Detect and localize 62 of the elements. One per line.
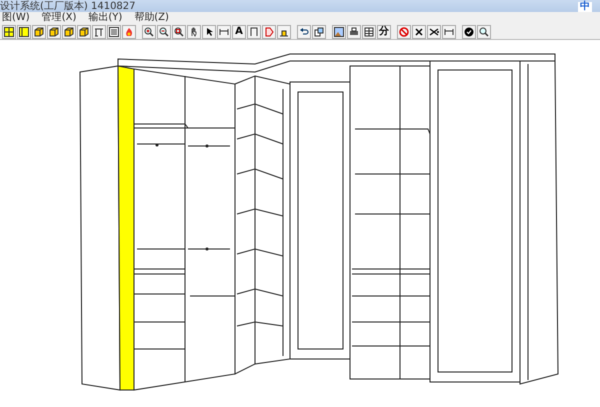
grid-tool-button[interactable] [2, 24, 16, 38]
cube-icon [79, 26, 89, 36]
pointer-tool-button[interactable] [202, 24, 216, 38]
zoom-fit-tool-button[interactable] [172, 24, 186, 38]
menu-item[interactable]: 管理(X) [42, 13, 76, 23]
chart-icon [109, 26, 119, 36]
pointer-icon [204, 26, 214, 36]
copy-icon [314, 26, 324, 36]
check-icon [464, 26, 474, 36]
search-tool-button[interactable] [477, 24, 491, 38]
check-tool-button[interactable] [462, 24, 476, 38]
prohibited-icon [399, 26, 409, 36]
zoom-out-tool-button[interactable] [157, 24, 171, 38]
print-tool-button[interactable] [347, 24, 361, 38]
door-icon [249, 26, 259, 36]
dimension-icon [219, 26, 229, 36]
close-tool-button[interactable] [412, 24, 426, 38]
table-icon [364, 26, 374, 36]
frame-tool-button[interactable] [92, 24, 106, 38]
undo-icon [299, 26, 309, 36]
menu-item[interactable]: 图(W) [2, 13, 30, 23]
chart-tool-button[interactable] [107, 24, 121, 38]
text-tool-button[interactable]: A [232, 24, 246, 38]
cube-icon [34, 26, 44, 36]
cube-tool-button[interactable] [62, 24, 76, 38]
print-icon [349, 26, 359, 36]
frame-icon [94, 26, 104, 36]
picture-icon [334, 26, 344, 36]
close-icon [414, 26, 424, 36]
ime-indicator[interactable]: 中 [578, 2, 592, 12]
cube-tool-button[interactable] [77, 24, 91, 38]
flame-icon [124, 26, 134, 36]
zoom-in-tool-button[interactable] [142, 24, 156, 38]
window-title: 设计系统(工厂版本) 1410827 [0, 2, 136, 12]
picture-tool-button[interactable] [332, 24, 346, 38]
menu-item[interactable]: 帮助(Z) [134, 13, 169, 23]
dimension-icon [444, 26, 454, 36]
prohibited-tool-button[interactable] [397, 24, 411, 38]
panel-tool-button[interactable] [17, 24, 31, 38]
scissors-tool-button[interactable] [427, 24, 441, 38]
table-tool-button[interactable] [362, 24, 376, 38]
door-tool-button[interactable] [247, 24, 261, 38]
text-tool-button[interactable]: 分 [377, 24, 391, 38]
dimension-tool-button[interactable] [442, 24, 456, 38]
zoom-out-icon [159, 26, 169, 36]
cube-tool-button[interactable] [47, 24, 61, 38]
scissors-icon [429, 26, 439, 36]
cube-icon [64, 26, 74, 36]
shape-icon [264, 26, 274, 36]
flame-tool-button[interactable] [122, 24, 136, 38]
panel-icon [19, 26, 29, 36]
grid-icon [4, 26, 14, 36]
shape-tool-button[interactable] [262, 24, 276, 38]
cube-tool-button[interactable] [32, 24, 46, 38]
dimension-tool-button[interactable] [217, 24, 231, 38]
copy-tool-button[interactable] [312, 24, 326, 38]
search-icon [479, 26, 489, 36]
zoom-fit-icon [174, 26, 184, 36]
cube-icon [49, 26, 59, 36]
undo-tool-button[interactable] [297, 24, 311, 38]
menu-item[interactable]: 输出(Y) [88, 13, 122, 23]
zoom-in-icon [144, 26, 154, 36]
